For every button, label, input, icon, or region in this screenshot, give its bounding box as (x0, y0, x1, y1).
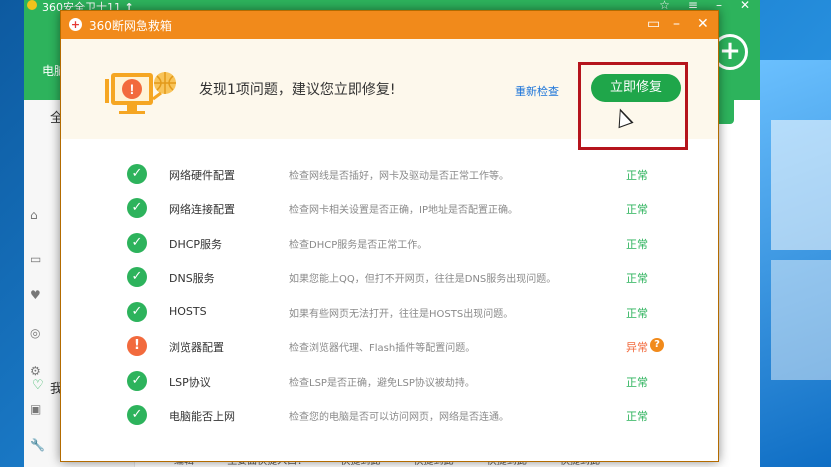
check-item-desc: 检查浏览器代理、Flash插件等配置问题。 (289, 343, 476, 354)
wrench-icon[interactable]: 🔧 (30, 438, 45, 452)
svg-text:!: ! (130, 81, 135, 97)
check-ok-icon: ✓ (127, 164, 147, 184)
check-item-desc: 检查LSP是否正确，避免LSP协议被劫持。 (289, 378, 475, 389)
result-headline: 发现1项问题，建议您立即修复! (199, 82, 396, 98)
check-item-status: 正常 (626, 238, 648, 251)
minimize-icon[interactable]: – (673, 15, 680, 33)
result-banner: ! 发现1项问题，建议您立即修复! 重新检查 立即修复 (61, 39, 718, 150)
check-row: ✓ 电脑能否上网 检查您的电脑是否可以访问网页，网络是否连通。 正常 (61, 398, 718, 432)
check-item-desc: 检查网卡相关设置是否正确，IP地址是否配置正确。 (289, 205, 518, 216)
check-item-desc: 检查网线是否插好，网卡及驱动是否正常工作等。 (289, 171, 509, 182)
check-item-desc: 如果您能上QQ，但打不开网页，往往是DNS服务出现问题。 (289, 274, 557, 285)
check-item-status: 异常 (626, 341, 648, 354)
check-ok-icon: ✓ (127, 198, 147, 218)
check-item-name: 网络硬件配置 (169, 169, 235, 182)
monitor-alert-icon: ! (105, 72, 176, 114)
check-item-status: 正常 (626, 307, 648, 320)
check-item-name: 网络连接配置 (169, 203, 235, 216)
check-item-status: 正常 (626, 203, 648, 216)
check-row: ! 浏览器配置 检查浏览器代理、Flash插件等配置问题。 异常 ? (61, 329, 718, 363)
check-item-status: 正常 (626, 376, 648, 389)
pulse-icon[interactable]: ♥ (30, 288, 41, 302)
close-icon[interactable]: ✕ (740, 0, 750, 12)
close-icon[interactable]: ✕ (697, 15, 709, 33)
dialog-title: 360断网急救箱 (89, 19, 172, 33)
check-row: ✓ DHCP服务 检查DHCP服务是否正常工作。 正常 (61, 226, 718, 260)
check-item-status: 正常 (626, 410, 648, 423)
help-question-icon[interactable]: ? (650, 338, 664, 352)
check-item-name: HOSTS (169, 305, 207, 318)
check-row: ✓ LSP协议 检查LSP是否正确，避免LSP协议被劫持。 正常 (61, 364, 718, 398)
check-ok-icon: ✓ (127, 233, 147, 253)
store-icon[interactable]: ⌂ (30, 208, 38, 222)
image-icon[interactable]: ▣ (30, 402, 41, 416)
check-warning-icon: ! (127, 336, 147, 356)
check-row: ✓ DNS服务 如果您能上QQ，但打不开网页，往往是DNS服务出现问题。 正常 (61, 260, 718, 294)
monitor-icon[interactable]: ▭ (30, 252, 41, 266)
check-item-desc: 检查DHCP服务是否正常工作。 (289, 240, 428, 251)
check-item-desc: 如果有些网页无法打开，往往是HOSTS出现问题。 (289, 309, 514, 320)
360-logo-icon: + (69, 18, 82, 31)
check-row: ✓ HOSTS 如果有些网页无法打开，往往是HOSTS出现问题。 正常 (61, 295, 718, 329)
check-item-name: 电脑能否上网 (169, 410, 235, 423)
check-item-name: 浏览器配置 (169, 341, 224, 354)
check-ok-icon: ✓ (127, 267, 147, 287)
windows-logo-pane (771, 260, 831, 380)
highlight-box (578, 62, 688, 150)
check-item-status: 正常 (626, 169, 648, 182)
check-ok-icon: ✓ (127, 405, 147, 425)
check-item-name: DHCP服务 (169, 238, 223, 251)
dialog-titlebar[interactable]: + 360断网急救箱 ▭ – ✕ (61, 11, 718, 39)
windows-logo-pane (771, 120, 831, 250)
check-item-name: DNS服务 (169, 272, 215, 285)
feedback-icon[interactable]: ▭ (647, 15, 660, 33)
check-item-name: LSP协议 (169, 376, 211, 389)
check-item-status: 正常 (626, 272, 648, 285)
network-first-aid-dialog: + 360断网急救箱 ▭ – ✕ ! 发现1项问题，建议您立即修复! 重新检查 … (60, 10, 719, 462)
gear-icon[interactable]: ⚙ (30, 364, 41, 378)
check-row: ✓ 网络硬件配置 检查网线是否插好，网卡及驱动是否正常工作等。 正常 (61, 157, 718, 191)
recheck-link[interactable]: 重新检查 (515, 83, 559, 99)
check-item-desc: 检查您的电脑是否可以访问网页，网络是否连通。 (289, 412, 509, 423)
check-ok-icon: ✓ (127, 371, 147, 391)
heart-icon: ♡ (32, 378, 44, 393)
check-ok-icon: ✓ (127, 302, 147, 322)
compass-icon[interactable]: ◎ (30, 326, 40, 340)
check-row: ✓ 网络连接配置 检查网卡相关设置是否正确，IP地址是否配置正确。 正常 (61, 191, 718, 225)
